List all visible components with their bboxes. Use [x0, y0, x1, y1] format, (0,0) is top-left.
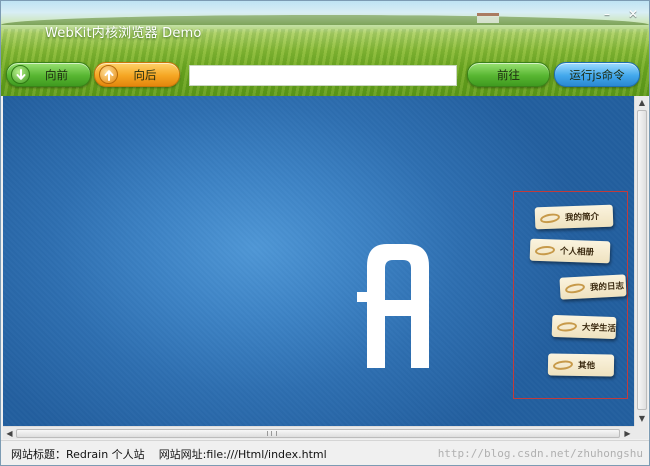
menu-tag[interactable]: 大学生活 [551, 314, 617, 340]
horizontal-scrollbar[interactable]: ◀ ▶ [3, 426, 634, 439]
ring-icon [552, 359, 574, 371]
menu-tag[interactable]: 我的日志 [559, 274, 627, 300]
run-js-button[interactable]: 运行js命令 [554, 62, 640, 87]
close-button[interactable]: ✕ [625, 7, 641, 21]
browser-window: WebKit内核浏览器 Demo – ✕ 向前 向后 前往 运行js命令 我的简… [0, 0, 650, 466]
window-title: WebKit内核浏览器 Demo [45, 26, 202, 41]
ring-icon [556, 320, 578, 332]
menu-tag-label: 大学生活 [581, 322, 617, 335]
back-button-label: 向前 [45, 67, 68, 82]
scroll-right-icon[interactable]: ▶ [621, 427, 634, 440]
status-site-title: 网站标题：Redrain 个人站 [11, 447, 145, 461]
scrollbar-corner [634, 426, 648, 439]
menu-tag[interactable]: 其他 [547, 353, 615, 377]
ring-icon [564, 281, 586, 295]
horizontal-scroll-thumb[interactable] [16, 429, 620, 438]
forward-button[interactable]: 向后 [94, 62, 180, 87]
ring-icon [539, 211, 561, 225]
vertical-scroll-thumb[interactable] [637, 110, 647, 410]
arrow-up-icon [99, 65, 118, 84]
vertical-scrollbar[interactable]: ▲ ▼ [634, 96, 648, 426]
grip-icon [267, 431, 277, 436]
back-button[interactable]: 向前 [6, 62, 91, 87]
scroll-left-icon[interactable]: ◀ [3, 427, 16, 440]
scroll-up-icon[interactable]: ▲ [635, 96, 649, 110]
menu-tag-label: 其他 [577, 360, 596, 372]
arrow-down-icon [11, 65, 30, 84]
web-view[interactable]: 我的简介 个人相册 我的日志 大学生活 其他 [3, 96, 634, 426]
watermark-text: http://blog.csdn.net/zhuhongshu [437, 447, 643, 460]
ring-icon [534, 244, 556, 256]
status-site-url: 网站网址:file:///Html/index.html [158, 447, 327, 461]
go-button-label: 前往 [497, 67, 520, 82]
url-input[interactable] [189, 65, 457, 86]
window-controls: – ✕ [599, 7, 641, 21]
go-button[interactable]: 前往 [467, 62, 550, 87]
run-js-button-label: 运行js命令 [569, 67, 625, 82]
scroll-down-icon[interactable]: ▼ [635, 412, 649, 426]
site-logo [357, 244, 429, 368]
forward-button-label: 向后 [133, 67, 157, 82]
menu-tag-label: 个人相册 [559, 246, 595, 258]
header-house [477, 13, 499, 23]
menu-tag[interactable]: 个人相册 [529, 238, 611, 264]
minimize-button[interactable]: – [599, 7, 615, 21]
menu-tag-label: 我的日志 [589, 281, 625, 294]
menu-tag[interactable]: 我的简介 [534, 204, 614, 230]
menu-tag-label: 我的简介 [564, 212, 600, 224]
